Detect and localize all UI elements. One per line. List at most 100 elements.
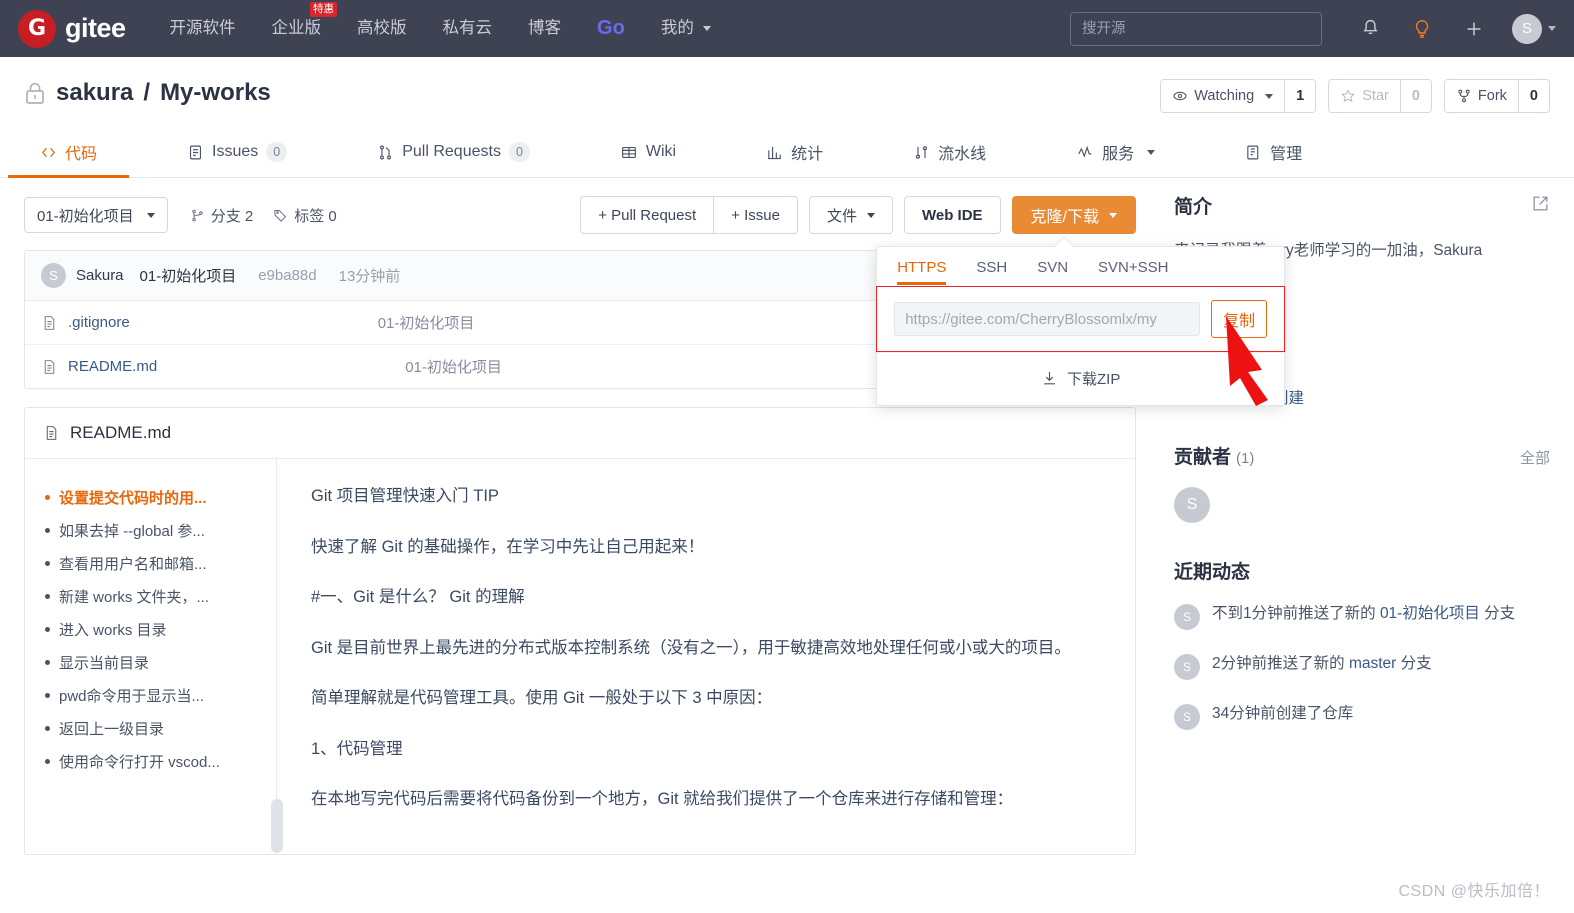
nav-item-enterprise[interactable]: 特惠 企业版 [254, 0, 340, 57]
search-input[interactable] [1070, 11, 1322, 46]
list-item[interactable]: 显示当前目录 [45, 646, 262, 679]
list-item[interactable]: pwd命令用于显示当... [45, 679, 262, 712]
tab-label: 统计 [791, 146, 824, 163]
nav-item-education[interactable]: 高校版 [339, 0, 425, 57]
nav-item-privatecloud[interactable]: 私有云 [425, 0, 511, 57]
nav-label: 博客 [528, 19, 562, 37]
lightbulb-icon[interactable] [1405, 12, 1439, 46]
readme-body: 设置提交代码时的用... 如果去掉 --global 参... 查看用用户名和邮… [25, 459, 1135, 854]
promo-badge: 特惠 [310, 2, 338, 18]
readme-paragraph: 在本地写完代码后需要将代码备份到一个地方，Git 就给我们提供了一个仓库来进行存… [311, 790, 1014, 809]
star-count[interactable]: 0 [1399, 80, 1431, 112]
list-item: S 2分钟前推送了新的 master 分支 [1174, 652, 1550, 681]
clone-url-row: https://gitee.com/CherryBlossomlx/my 复制 [876, 286, 1286, 352]
activity-link[interactable]: 01-初始化项目 [1380, 605, 1480, 622]
readme-table-of-contents: 设置提交代码时的用... 如果去掉 --global 参... 查看用用户名和邮… [25, 459, 277, 854]
branches-label: 分支 2 [210, 207, 254, 225]
tab-issues[interactable]: Issues 0 [171, 127, 303, 177]
fork-count[interactable]: 0 [1517, 80, 1549, 112]
nav-item-opensource[interactable]: 开源软件 [152, 0, 254, 57]
commit-message[interactable]: 01-初始化项目 [140, 265, 237, 286]
edit-icon[interactable] [1531, 194, 1550, 218]
avatar[interactable]: S [1512, 13, 1542, 44]
scrollbar-handle[interactable] [271, 799, 283, 853]
fork-button-group[interactable]: Fork 0 [1443, 79, 1550, 113]
clone-tab-ssh[interactable]: SSH [976, 259, 1007, 285]
repo-name[interactable]: My-works [160, 79, 271, 107]
list-item[interactable]: 设置提交代码时的用... [45, 481, 262, 514]
activity-link[interactable]: master [1349, 655, 1396, 672]
list-item[interactable]: 查看用用户名和邮箱... [45, 547, 262, 580]
list-item[interactable]: 如果去掉 --global 参... [45, 514, 262, 547]
new-issue-button[interactable]: + Issue [714, 196, 798, 234]
file-name[interactable]: .gitignore [68, 314, 130, 331]
clone-url-input[interactable]: https://gitee.com/CherryBlossomlx/my [894, 302, 1201, 336]
page-body: 01-初始化项目 分支 2 标签 0 + Pull Request + Issu… [0, 178, 1574, 855]
nav-label: 私有云 [442, 19, 493, 37]
tab-code[interactable]: 代码 [7, 127, 130, 178]
repository-tabs: 代码 Issues 0 Pull Requests 0 Wiki 统计 流水线 … [0, 127, 1574, 178]
commit-author[interactable]: Sakura [76, 267, 124, 284]
toc-label: 设置提交代码时的用... [59, 490, 207, 507]
list-item[interactable]: 返回上一级目录 [45, 712, 262, 745]
clone-tab-https[interactable]: HTTPS [897, 259, 947, 285]
chevron-down-icon[interactable] [1548, 26, 1556, 31]
avatar[interactable]: S [1174, 704, 1200, 731]
nav-item-blog[interactable]: 博客 [510, 0, 579, 57]
branches-link[interactable]: 分支 2 [190, 205, 254, 226]
list-item[interactable]: 进入 works 目录 [45, 613, 262, 646]
bell-icon[interactable] [1353, 12, 1387, 46]
contributors-all-link[interactable]: 全部 [1520, 447, 1550, 468]
manage-icon [1247, 145, 1259, 159]
tab-manage[interactable]: 管理 [1229, 127, 1318, 177]
avatar[interactable]: S [1174, 604, 1200, 631]
nav-item-go[interactable]: Go [579, 0, 643, 57]
activity-prefix: 不到1分钟前推送了新的 [1212, 605, 1380, 623]
gitee-logo-text: gitee [65, 13, 126, 43]
tab-services[interactable]: 服务 [1060, 127, 1171, 177]
list-item[interactable]: 使用命令行打开 vscod... [45, 745, 262, 778]
download-icon [1044, 372, 1055, 385]
watch-button[interactable]: Watching [1161, 80, 1285, 112]
tags-link[interactable]: 标签 0 [273, 205, 337, 226]
clone-download-button[interactable]: 克隆/下载 [1011, 196, 1136, 234]
contributors-count: (1) [1236, 450, 1255, 468]
fork-button[interactable]: Fork [1444, 80, 1518, 112]
avatar[interactable]: S [1174, 487, 1210, 524]
new-pull-request-button[interactable]: + Pull Request [580, 196, 715, 234]
fork-icon [1458, 89, 1470, 103]
web-ide-button[interactable]: Web IDE [903, 196, 1001, 234]
page-title: sakura / My-works [24, 79, 271, 107]
clone-tab-svn[interactable]: SVN [1037, 259, 1068, 285]
list-item[interactable]: 新建 works 文件夹，... [45, 580, 262, 613]
activity-prefix: 2分钟前推送了新的 [1212, 655, 1349, 673]
clone-tab-svn-ssh[interactable]: SVN+SSH [1098, 259, 1168, 285]
tab-count: 0 [266, 141, 288, 163]
nav-item-mine[interactable]: 我的 [643, 0, 730, 57]
tab-pull-requests[interactable]: Pull Requests 0 [361, 127, 546, 177]
tab-label: 服务 [1102, 146, 1135, 163]
tab-label: Wiki [645, 143, 677, 160]
readme-paragraph: Git 项目管理快速入门 TIP [311, 487, 499, 505]
gitee-logo[interactable]: G gitee [18, 9, 126, 48]
avatar[interactable]: S [1174, 654, 1200, 681]
download-zip-button[interactable]: 下载ZIP [877, 352, 1285, 405]
repo-owner[interactable]: sakura [56, 79, 133, 107]
contributors-header: 贡献者 (1) 全部 [1174, 442, 1550, 469]
branch-selector[interactable]: 01-初始化项目 [24, 197, 168, 233]
tab-pipeline[interactable]: 流水线 [897, 127, 1002, 177]
tab-label: 代码 [65, 146, 98, 163]
copy-button[interactable]: 复制 [1211, 300, 1268, 338]
tab-statistics[interactable]: 统计 [750, 127, 839, 177]
tab-wiki[interactable]: Wiki [604, 127, 692, 177]
watch-button-group[interactable]: Watching 1 [1160, 79, 1317, 113]
star-button[interactable]: Star [1329, 80, 1400, 112]
file-name[interactable]: README.md [68, 358, 157, 375]
watch-count[interactable]: 1 [1284, 80, 1316, 112]
nav-label: Go [597, 17, 625, 39]
commit-sha[interactable]: e9ba88d [258, 267, 316, 284]
star-button-group[interactable]: Star 0 [1328, 79, 1432, 113]
plus-icon[interactable] [1457, 12, 1491, 46]
pipeline-icon [916, 145, 928, 159]
files-menu-button[interactable]: 文件 [808, 196, 893, 234]
